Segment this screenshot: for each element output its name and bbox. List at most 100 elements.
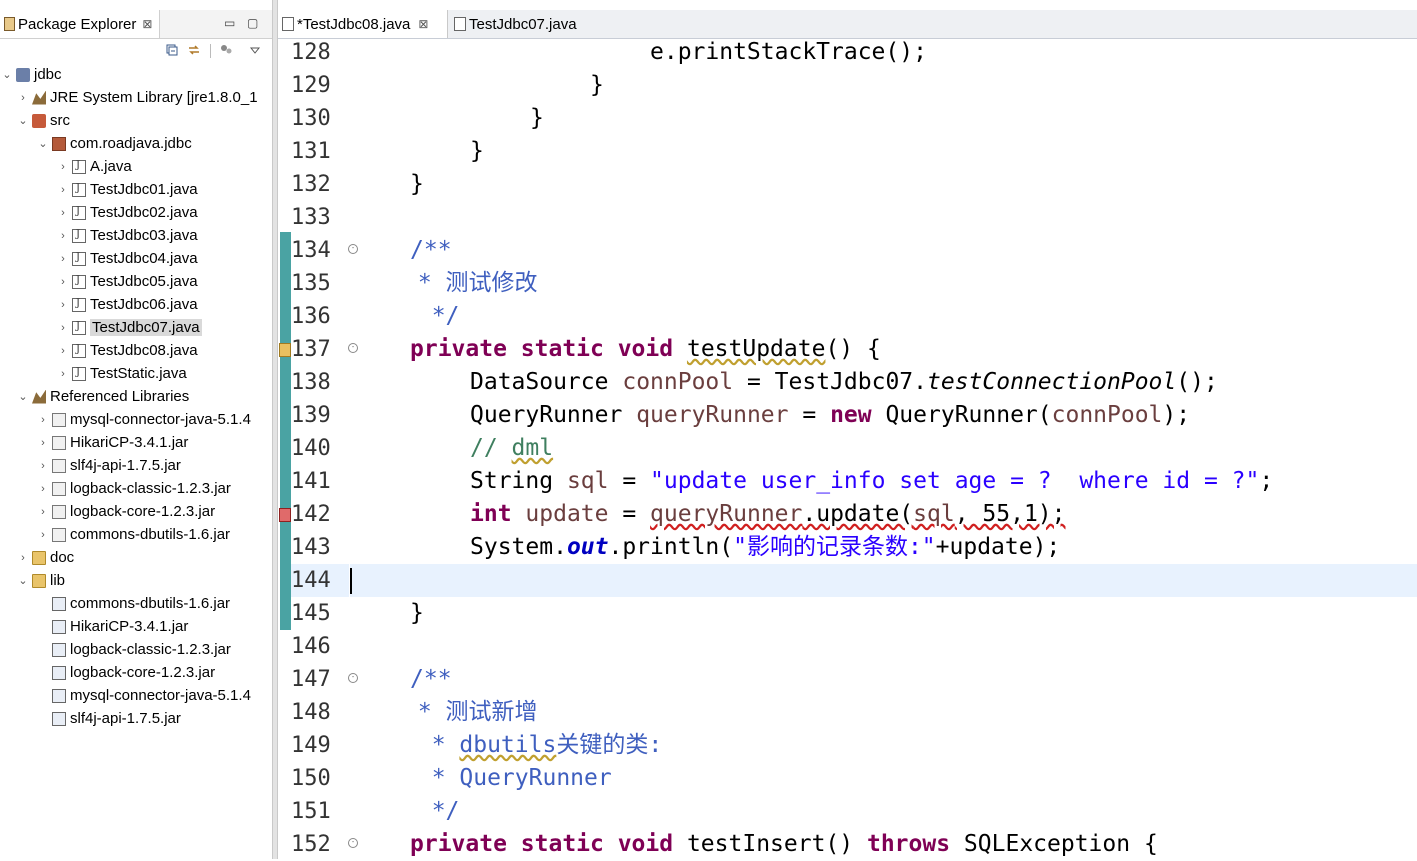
tab-testjdbc07[interactable]: TestJdbc07.java xyxy=(450,10,600,38)
expand-toggle-icon[interactable]: ⌄ xyxy=(16,390,30,403)
tree-item-file[interactable]: › A.java xyxy=(56,155,132,178)
line-number: 129 xyxy=(291,73,331,98)
tree-item-label: src xyxy=(50,112,70,129)
tree-item-file[interactable]: › TestStatic.java xyxy=(56,362,187,385)
expand-toggle-icon[interactable]: › xyxy=(56,207,70,219)
tree-item-label: slf4j-api-1.7.5.jar xyxy=(70,710,181,727)
code-area[interactable]: e.printStackTrace(); } } } } /** * 测试修改 … xyxy=(350,38,1417,859)
tab-package-explorer-label: Package Explorer xyxy=(18,15,137,33)
expand-toggle-icon[interactable]: › xyxy=(56,276,70,288)
tree-item-folder[interactable]: › doc xyxy=(16,546,74,569)
error-marker-icon[interactable] xyxy=(279,508,291,522)
code-line: DataSource connPool = TestJdbc07.testCon… xyxy=(470,369,1218,395)
tree-item-jre-library[interactable]: › JRE System Library [jre1.8.0_1 xyxy=(16,86,257,109)
expand-toggle-icon[interactable]: › xyxy=(56,345,70,357)
code-line: System.out.println("影响的记录条数:"+update); xyxy=(470,534,1061,560)
tab-package-explorer[interactable]: Package Explorer ⊠ xyxy=(0,10,160,38)
expand-toggle-icon[interactable]: ⌄ xyxy=(16,114,30,127)
tree-item-file[interactable]: › TestJdbc06.java xyxy=(56,293,198,316)
tree-item-jar[interactable]: › commons-dbutils-1.6.jar xyxy=(36,523,230,546)
expand-toggle-icon[interactable]: › xyxy=(36,483,50,495)
line-number: 139 xyxy=(291,403,331,428)
expand-toggle-icon[interactable]: › xyxy=(36,529,50,541)
tree-item-folder[interactable]: ⌄ lib xyxy=(16,569,65,592)
code-line: } xyxy=(470,138,484,164)
tree-item-jar[interactable]: › HikariCP-3.4.1.jar xyxy=(36,431,188,454)
tree-item-jar[interactable]: › mysql-connector-java-5.1.4 xyxy=(36,408,251,431)
line-number: 130 xyxy=(291,106,331,131)
tree-item-file[interactable]: › TestJdbc05.java xyxy=(56,270,197,293)
expand-toggle-icon[interactable]: › xyxy=(56,184,70,196)
tree-item-file[interactable]: › TestJdbc08.java xyxy=(56,339,197,362)
expand-toggle-icon[interactable]: › xyxy=(36,506,50,518)
tree-item-src[interactable]: ⌄ src xyxy=(16,109,70,132)
tree-item-label: Referenced Libraries xyxy=(50,388,190,405)
expand-toggle-icon[interactable]: › xyxy=(36,414,50,426)
tree-item-label: com.roadjava.jdbc xyxy=(70,135,192,152)
close-icon[interactable]: ⊠ xyxy=(418,17,428,31)
expand-toggle-icon[interactable]: › xyxy=(36,437,50,449)
tree-item-lib-jar[interactable]: mysql-connector-java-5.1.4 xyxy=(36,684,251,707)
folder-icon xyxy=(32,573,46,588)
tree-item-lib-jar[interactable]: logback-classic-1.2.3.jar xyxy=(36,638,231,661)
tree-item-file[interactable]: › TestJdbc01.java xyxy=(56,178,197,201)
tree-item-lib-jar[interactable]: logback-core-1.2.3.jar xyxy=(36,661,215,684)
java-file-icon xyxy=(72,159,86,174)
expand-toggle-icon[interactable]: › xyxy=(56,161,70,173)
close-icon[interactable]: ⊠ xyxy=(142,17,152,31)
expand-toggle-icon[interactable]: › xyxy=(36,460,50,472)
line-number: 141 xyxy=(291,469,331,494)
current-line-highlight[interactable] xyxy=(350,564,1417,597)
package-explorer-icon xyxy=(4,17,15,31)
tree-item-file[interactable]: › TestJdbc03.java xyxy=(56,224,197,247)
tree-item-jar[interactable]: › logback-core-1.2.3.jar xyxy=(36,500,215,523)
code-line: } xyxy=(410,171,424,197)
tree-item-jar[interactable]: › logback-classic-1.2.3.jar xyxy=(36,477,231,500)
code-line: private static void testUpdate() { xyxy=(410,336,881,362)
expand-toggle-icon[interactable]: › xyxy=(56,368,70,380)
jar-icon xyxy=(52,527,66,542)
focus-icon[interactable] xyxy=(220,44,232,56)
text-caret xyxy=(350,568,352,594)
tree-item-lib-jar[interactable]: slf4j-api-1.7.5.jar xyxy=(36,707,181,730)
tree-item-label: TestJdbc06.java xyxy=(90,296,198,313)
tree-item-lib-jar[interactable]: HikariCP-3.4.1.jar xyxy=(36,615,188,638)
tree-item-lib-jar[interactable]: commons-dbutils-1.6.jar xyxy=(36,592,230,615)
expand-toggle-icon[interactable]: › xyxy=(56,322,70,334)
tree-item-label: slf4j-api-1.7.5.jar xyxy=(70,457,181,474)
maximize-icon[interactable]: ▢ xyxy=(247,16,258,30)
expand-toggle-icon[interactable]: ⌄ xyxy=(36,137,50,150)
code-line: // dml xyxy=(470,435,554,461)
tree-item-referenced-libraries[interactable]: ⌄ Referenced Libraries xyxy=(16,385,189,408)
link-with-editor-icon[interactable] xyxy=(188,44,200,56)
code-line: } xyxy=(530,105,544,131)
expand-toggle-icon[interactable]: › xyxy=(56,299,70,311)
tree-item-label: logback-core-1.2.3.jar xyxy=(70,664,216,681)
tree-item-file-selected[interactable]: › TestJdbc07.java xyxy=(56,316,202,339)
expand-toggle-icon[interactable]: ⌄ xyxy=(0,68,14,81)
line-number: 132 xyxy=(291,172,331,197)
tree-item-label: TestJdbc04.java xyxy=(90,250,198,267)
minimize-icon[interactable]: ▭ xyxy=(224,16,235,30)
warning-marker-icon[interactable] xyxy=(279,343,291,357)
view-menu-icon[interactable] xyxy=(249,44,261,56)
jar-icon xyxy=(52,412,66,427)
line-number: 131 xyxy=(291,139,331,164)
tree-item-project[interactable]: ⌄ jdbc xyxy=(0,64,61,86)
tree-item-file[interactable]: › TestJdbc02.java xyxy=(56,201,197,224)
tree-item-jar[interactable]: › slf4j-api-1.7.5.jar xyxy=(36,454,181,477)
jar-file-icon xyxy=(52,665,66,680)
expand-toggle-icon[interactable]: › xyxy=(56,253,70,265)
line-number: 142 xyxy=(291,502,331,527)
code-line: /** xyxy=(410,237,452,263)
tab-testjdbc08[interactable]: *TestJdbc08.java ⊠ xyxy=(278,10,448,38)
jar-file-icon xyxy=(52,596,66,611)
expand-toggle-icon[interactable]: › xyxy=(56,230,70,242)
expand-toggle-icon[interactable]: › xyxy=(16,552,30,564)
tree-item-package[interactable]: ⌄ com.roadjava.jdbc xyxy=(36,132,192,155)
line-number: 140 xyxy=(291,436,331,461)
collapse-all-icon[interactable] xyxy=(166,44,178,56)
expand-toggle-icon[interactable]: › xyxy=(16,92,30,104)
expand-toggle-icon[interactable]: ⌄ xyxy=(16,574,30,587)
tree-item-file[interactable]: › TestJdbc04.java xyxy=(56,247,198,270)
